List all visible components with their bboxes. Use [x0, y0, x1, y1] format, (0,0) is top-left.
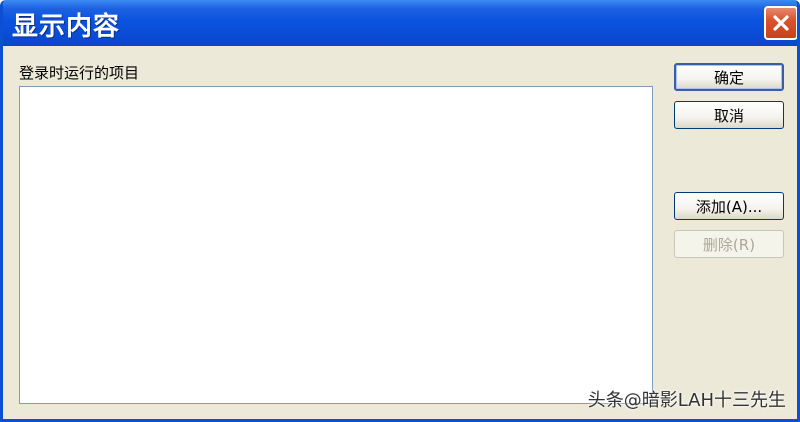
startup-items-list[interactable]: [19, 86, 653, 404]
add-button[interactable]: 添加(A)...: [674, 192, 784, 220]
title-bar[interactable]: 显示内容: [3, 0, 797, 46]
watermark-text: 头条@暗影LAH十三先生: [587, 390, 786, 411]
cancel-button[interactable]: 取消: [674, 101, 784, 129]
remove-button: 删除(R): [674, 230, 784, 258]
close-icon: [773, 15, 789, 31]
startup-items-label: 登录时运行的项目: [19, 64, 140, 82]
ok-button[interactable]: 确定: [674, 63, 784, 91]
window-title: 显示内容: [12, 12, 121, 42]
dialog-window: 显示内容 登录时运行的项目 确定 取消 添加(A)... 删除(R): [0, 0, 800, 422]
close-button[interactable]: [764, 6, 797, 40]
